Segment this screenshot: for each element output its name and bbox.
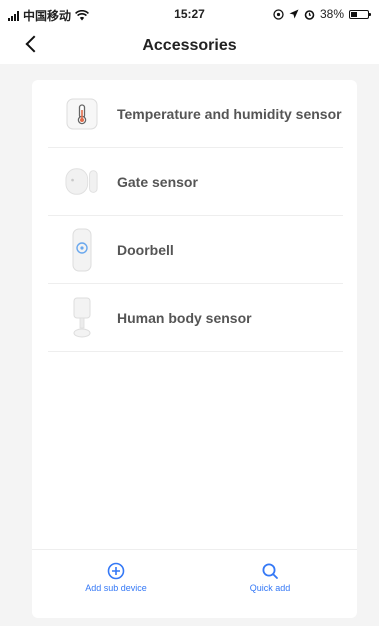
add-sub-device-label: Add sub device <box>85 583 147 593</box>
quick-add-button[interactable]: Quick add <box>210 562 330 593</box>
location-lock-icon <box>273 8 284 20</box>
search-icon <box>262 563 278 579</box>
accessory-label: Gate sensor <box>117 173 198 190</box>
add-circle-icon <box>107 562 125 580</box>
page-title: Accessories <box>142 37 237 54</box>
accessory-label: Doorbell <box>117 241 174 258</box>
accessory-item-gate-sensor[interactable]: Gate sensor <box>48 148 343 216</box>
alarm-icon <box>304 9 315 20</box>
accessories-card: Temperature and humidity sensor Gate sen… <box>32 80 357 618</box>
status-bar: 中国移动 15:27 38% <box>0 0 379 28</box>
accessory-label: Human body sensor <box>117 309 252 326</box>
accessory-label: Temperature and humidity sensor <box>117 105 342 122</box>
status-right: 38% <box>273 7 371 21</box>
navigation-arrow-icon <box>289 9 299 19</box>
accessory-list: Temperature and humidity sensor Gate sen… <box>32 80 357 352</box>
battery-percent: 38% <box>319 7 344 21</box>
gate-sensor-icon <box>65 162 99 202</box>
add-sub-device-button[interactable]: Add sub device <box>56 562 176 593</box>
battery-fill <box>351 11 357 17</box>
motion-sensor-icon <box>65 297 99 338</box>
card-footer: Add sub device Quick add <box>32 549 357 618</box>
thermometer-icon <box>65 94 99 134</box>
accessory-item-doorbell[interactable]: Doorbell <box>48 216 343 284</box>
quick-add-label: Quick add <box>249 583 291 593</box>
nav-bar: Accessories <box>0 28 379 64</box>
battery-icon <box>349 9 371 19</box>
doorbell-icon <box>65 228 99 271</box>
accessory-item-human-body-sensor[interactable]: Human body sensor <box>48 284 343 352</box>
accessory-item-temperature-humidity-sensor[interactable]: Temperature and humidity sensor <box>48 80 343 148</box>
